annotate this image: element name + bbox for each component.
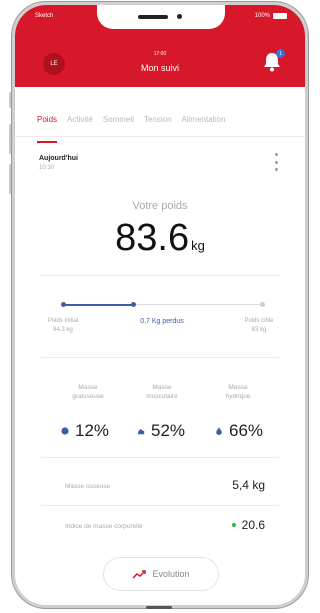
weight-value: 83.6: [115, 217, 190, 259]
muscle-icon: [137, 428, 145, 435]
bone-mass-value-text: 5,4 kg: [232, 478, 265, 492]
muscle-mass-label-line2: musculaire: [146, 393, 178, 400]
initial-weight-value: 84,3 kg: [53, 327, 73, 333]
notification-badge: 1: [276, 49, 285, 58]
fat-mass-label: Masse graisseuse: [53, 383, 123, 401]
bmi-label: Indice de masse corporelle: [65, 523, 143, 530]
water-mass-label-line2: hydrique: [225, 393, 251, 400]
measurement-date: Aujourd'hui: [39, 155, 78, 162]
divider: [41, 457, 279, 458]
notifications-button[interactable]: 1: [261, 49, 285, 73]
water-mass-label: Masse hydrique: [203, 383, 273, 401]
front-camera: [177, 14, 182, 19]
bmi-status-dot: [231, 523, 236, 527]
weight-display: 83.6 kg: [15, 217, 305, 260]
progress-current-dot: [131, 302, 136, 307]
initial-weight: Poids initial 84,3 kg: [33, 317, 93, 335]
water-mass-percent: 66%: [228, 421, 264, 440]
fat-drop-icon: [61, 427, 69, 435]
weight-unit: kg: [191, 238, 205, 253]
initial-weight-label: Poids initial: [47, 318, 79, 324]
divider: [41, 275, 279, 276]
weight-progress-bar: [61, 301, 265, 309]
battery-icon: [273, 13, 287, 19]
battery-percent: 100%: [254, 13, 270, 19]
trend-icon: [132, 569, 147, 579]
weight-lost: 0,7 Kg perdus: [140, 318, 184, 325]
muscle-mass-label-line1: Masse: [152, 384, 172, 391]
phone-frame: Sketch 100% LE 17:00 Mon suivi 1 Poids A…: [12, 2, 308, 608]
speaker-grille: [138, 15, 168, 19]
water-drop-icon: [216, 427, 222, 435]
target-weight-label: Poids cible: [244, 318, 274, 324]
bmi-value: 20.6: [231, 518, 265, 532]
bone-mass-value: 5,4 kg: [232, 478, 265, 492]
bmi-value-text: 20.6: [241, 518, 265, 532]
fat-mass-value: 12%: [45, 421, 125, 441]
water-mass-label-line1: Masse: [228, 384, 248, 391]
progress-start-dot: [61, 302, 66, 307]
app-header: Sketch 100% LE 17:00 Mon suivi 1: [15, 5, 305, 87]
more-options-icon[interactable]: [273, 153, 279, 171]
evolution-button[interactable]: Evolution: [103, 557, 219, 591]
evolution-label: Evolution: [152, 569, 190, 579]
fat-mass-label-line1: Masse: [78, 384, 98, 391]
home-indicator: [146, 606, 172, 609]
target-weight: Poids cible 83 kg: [229, 317, 289, 335]
fat-mass-label-line2: graisseuse: [72, 393, 104, 400]
progress-fill: [63, 304, 133, 306]
tab-poids[interactable]: Poids: [37, 115, 58, 143]
water-mass-value: 66%: [199, 421, 279, 441]
tab-alimentation[interactable]: Alimentation: [182, 115, 226, 136]
bone-mass-label: Masse osseuse: [65, 483, 111, 490]
measurement-time: 10:30: [39, 165, 55, 171]
tab-activite[interactable]: Activité: [67, 115, 93, 136]
target-weight-value: 83 kg: [251, 327, 267, 333]
tab-tension[interactable]: Tension: [144, 115, 172, 136]
fat-mass-percent: 12%: [74, 421, 110, 440]
status-right: 100%: [255, 13, 287, 19]
divider: [41, 357, 279, 358]
progress-end-dot: [260, 302, 265, 307]
phone-notch: [97, 5, 225, 29]
tab-sommeil[interactable]: Sommeil: [103, 115, 134, 136]
category-tabs: Poids Activité Sommeil Tension Alimentat…: [15, 115, 305, 143]
carrier-label: Sketch: [35, 13, 54, 19]
muscle-mass-label: Masse musculaire: [127, 383, 197, 401]
weight-label: Votre poids: [132, 200, 188, 212]
muscle-mass-value: 52%: [121, 421, 201, 441]
divider: [41, 505, 279, 506]
muscle-mass-percent: 52%: [150, 421, 186, 440]
